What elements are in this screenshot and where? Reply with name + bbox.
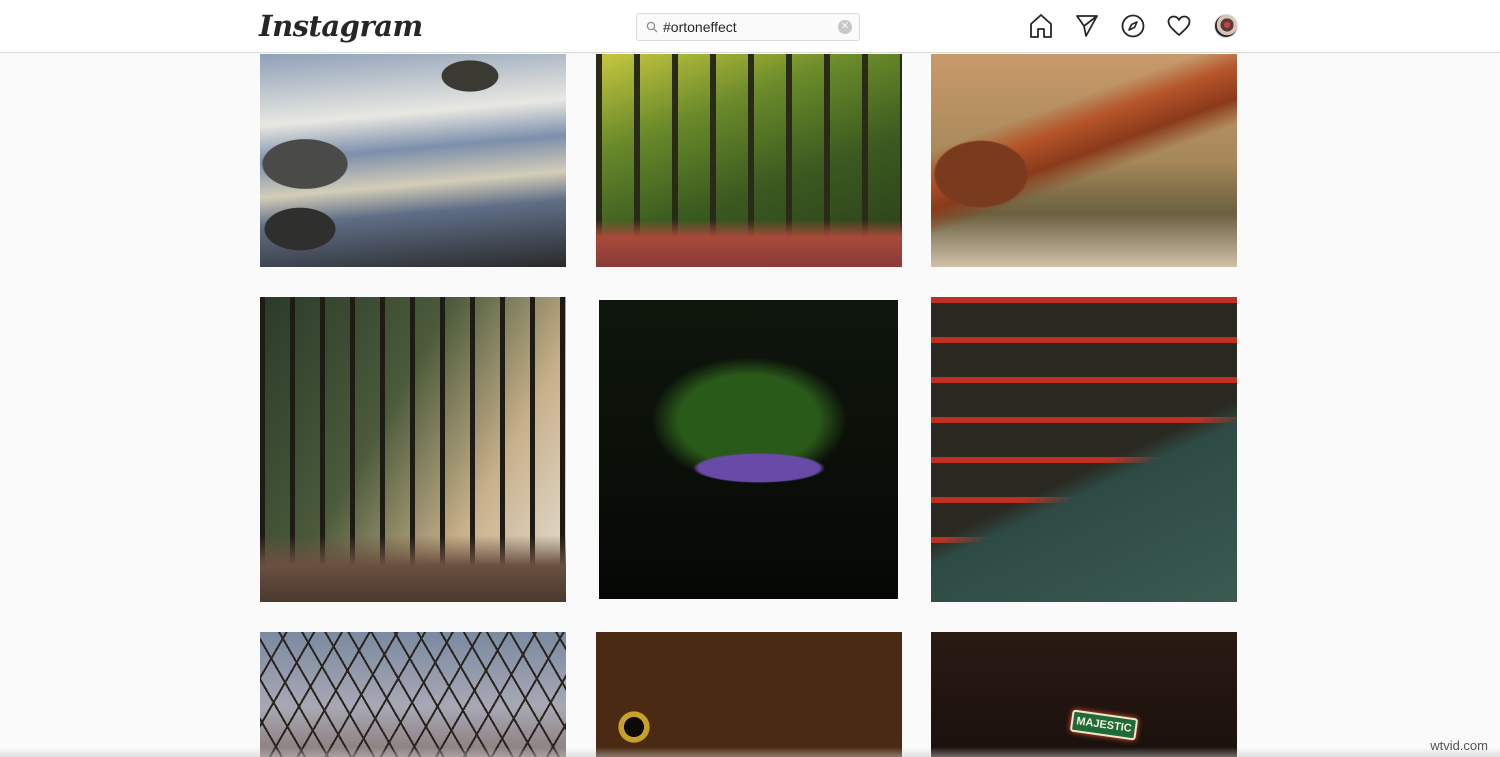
- home-icon: [1030, 14, 1052, 38]
- search-input[interactable]: [663, 17, 833, 37]
- instagram-logo[interactable]: Instagram: [259, 6, 423, 46]
- bottom-edge-shadow: [0, 747, 1500, 757]
- direct-message-icon: [1076, 15, 1098, 37]
- heart-icon: [1167, 15, 1191, 36]
- theater-sign: MAJESTIC: [1069, 709, 1139, 741]
- post-thumbnail-branches[interactable]: [260, 632, 566, 757]
- home-button[interactable]: [1029, 13, 1053, 39]
- activity-button[interactable]: [1167, 13, 1191, 39]
- watermark-text: wtvid.com: [1430, 738, 1488, 753]
- post-thumbnail-forest-path[interactable]: [596, 54, 902, 267]
- post-thumbnail-river[interactable]: [260, 54, 566, 267]
- post-thumbnail-bluebells[interactable]: [599, 300, 898, 599]
- post-thumbnail-theater[interactable]: MAJESTIC: [931, 632, 1237, 757]
- search-icon: [646, 21, 658, 33]
- explore-button[interactable]: [1121, 13, 1145, 39]
- explore-icon: [1121, 14, 1145, 38]
- post-thumbnail-toad[interactable]: [596, 632, 902, 757]
- profile-avatar[interactable]: [1214, 14, 1238, 38]
- post-thumbnail-forest-trail[interactable]: [260, 297, 566, 602]
- clear-search-icon[interactable]: ✕: [838, 20, 852, 34]
- post-thumbnail-canal-houses[interactable]: [931, 297, 1237, 602]
- top-navigation-bar: Instagram ✕: [0, 0, 1500, 53]
- search-box[interactable]: ✕: [636, 13, 860, 41]
- direct-messages-button[interactable]: [1075, 13, 1099, 39]
- post-thumbnail-snake[interactable]: [931, 54, 1237, 267]
